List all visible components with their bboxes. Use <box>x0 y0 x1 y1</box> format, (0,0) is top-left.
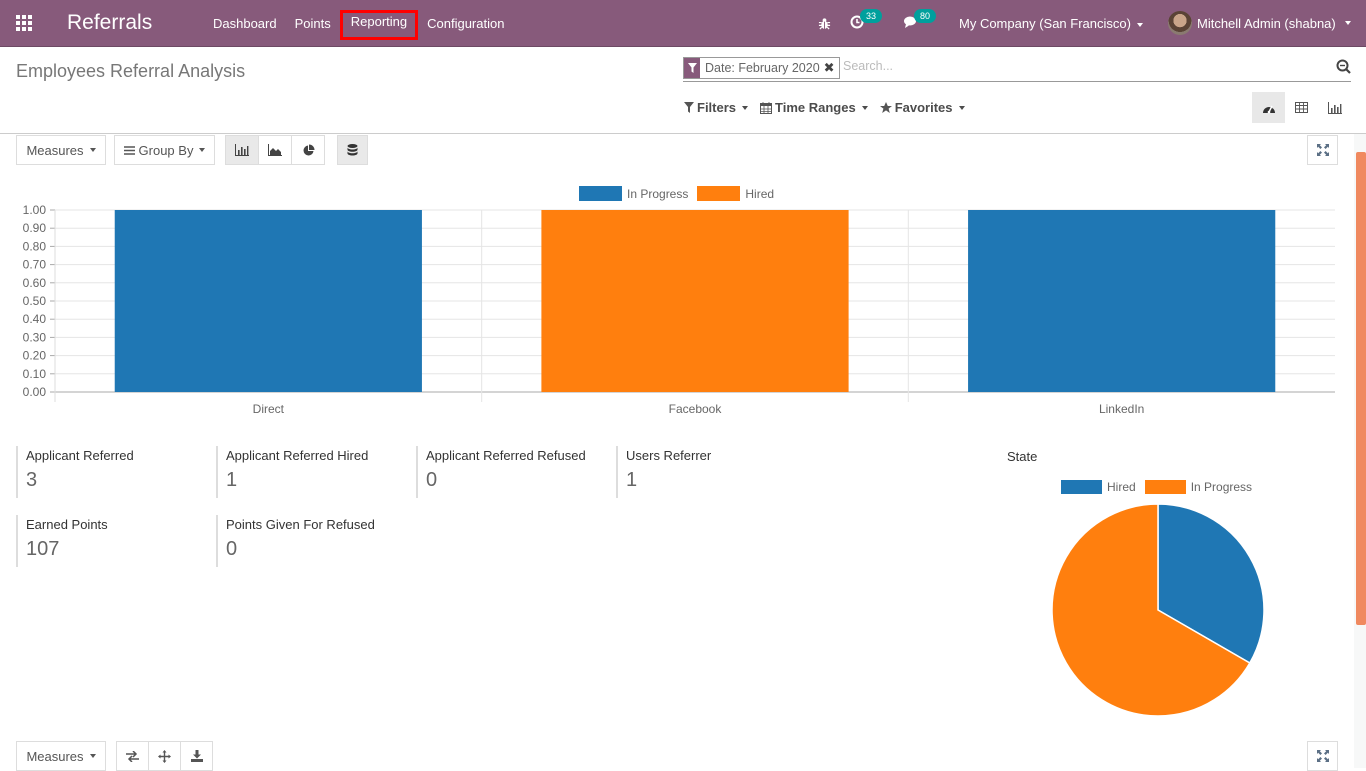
y-tick-label: 0.20 <box>23 349 47 363</box>
expand-arrows-icon <box>1316 750 1329 762</box>
pie-chart <box>1051 503 1265 717</box>
aggregate-applicant-referred-refused[interactable]: Applicant Referred Refused 0 <box>416 446 606 498</box>
download-icon <box>190 750 203 762</box>
aggregate-label: Earned Points <box>26 517 108 532</box>
pivot-actions-group <box>116 741 213 771</box>
aggregate-label: Points Given For Refused <box>226 517 375 532</box>
vertical-scrollbar[interactable] <box>1354 134 1366 768</box>
aggregate-value: 0 <box>426 469 438 491</box>
bar-chart: 0.00 0.10 0.20 0.30 0.40 0.50 0.60 0.70 0.80 0.90… <box>23 203 1335 416</box>
aggregate-value: 0 <box>226 538 238 560</box>
y-tick-label: 0.80 <box>23 239 47 253</box>
caret-down-icon <box>89 754 96 758</box>
y-tick-label: 0.50 <box>23 294 47 308</box>
x-tick-label: Direct <box>253 402 285 416</box>
y-tick-label: 0.90 <box>23 221 47 235</box>
y-tick-label: 0.70 <box>23 258 47 272</box>
exchange-icon <box>126 750 139 762</box>
x-tick-label: LinkedIn <box>1099 402 1144 416</box>
bar-in-progress[interactable] <box>968 210 1276 392</box>
y-tick-label: 1.00 <box>23 203 47 217</box>
pie-chart-legend: Hired In Progress <box>1061 480 1261 494</box>
scrollbar-thumb[interactable] <box>1356 152 1366 625</box>
state-chart-title: State <box>1007 449 1038 464</box>
y-tick-label: 0.10 <box>23 367 47 381</box>
bar-in-progress[interactable] <box>114 210 422 392</box>
legend-label-in-progress[interactable]: In Progress <box>1191 480 1252 494</box>
arrows-icon <box>158 749 171 763</box>
legend-swatch-in-progress[interactable] <box>1144 480 1186 494</box>
bar-hired[interactable] <box>541 210 849 392</box>
y-tick-label: 0.30 <box>23 330 47 344</box>
y-tick-label: 0.00 <box>23 385 47 399</box>
aggregate-users-referrer[interactable]: Users Referrer 1 <box>616 446 806 498</box>
aggregate-value: 1 <box>626 469 638 491</box>
x-tick-label: Facebook <box>669 402 723 416</box>
measures-label: Measures <box>26 748 84 764</box>
aggregate-label: Applicant Referred Hired <box>226 448 369 463</box>
y-tick-label: 0.60 <box>23 276 47 290</box>
aggregate-label: Applicant Referred <box>26 448 134 463</box>
aggregate-label: Users Referrer <box>626 448 712 463</box>
aggregate-value: 3 <box>26 469 38 491</box>
aggregate-label: Applicant Referred Refused <box>426 448 586 463</box>
expand-all-button[interactable] <box>148 741 181 771</box>
aggregate-earned-points[interactable]: Earned Points 107 <box>16 515 206 567</box>
legend-label-hired[interactable]: Hired <box>1107 480 1136 494</box>
aggregate-value: 1 <box>226 469 238 491</box>
aggregate-points-given-for-refused[interactable]: Points Given For Refused 0 <box>216 515 406 567</box>
aggregate-value: 107 <box>26 538 60 560</box>
download-button[interactable] <box>180 741 213 771</box>
pivot-measures-dropdown[interactable]: Measures <box>16 741 106 771</box>
flip-axis-button[interactable] <box>116 741 149 771</box>
aggregate-applicant-referred-hired[interactable]: Applicant Referred Hired 1 <box>216 446 406 498</box>
aggregate-applicant-referred[interactable]: Applicant Referred 3 <box>16 446 206 498</box>
expand-pivot-button[interactable] <box>1307 741 1338 771</box>
y-tick-label: 0.40 <box>23 312 47 326</box>
legend-swatch-hired[interactable] <box>1061 480 1102 494</box>
